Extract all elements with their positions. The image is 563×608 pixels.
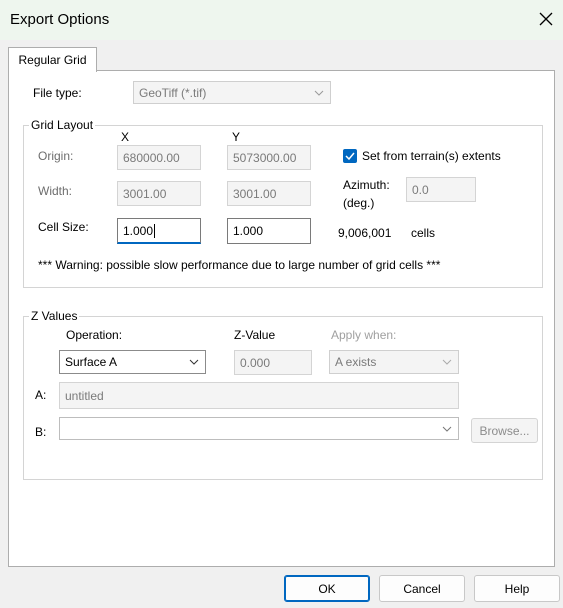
zvalue-label: Z-Value [234, 328, 276, 342]
browse-label: Browse... [479, 423, 530, 438]
checkmark-icon [345, 152, 355, 160]
width-y-value: 3001.00 [233, 186, 277, 201]
help-button[interactable]: Help [474, 575, 560, 602]
tab-label: Regular Grid [18, 53, 87, 67]
azimuth-value: 0.0 [412, 182, 429, 197]
cells-count: 9,006,001 [338, 226, 392, 240]
apply-when-value: A exists [335, 355, 377, 369]
close-icon [539, 12, 553, 26]
cancel-label: Cancel [403, 581, 441, 596]
a-label: A: [35, 388, 47, 402]
width-x-value: 3001.00 [123, 186, 167, 201]
tab-regular-grid[interactable]: Regular Grid [8, 47, 97, 72]
origin-y-field[interactable]: 5073000.00 [227, 145, 311, 170]
close-button[interactable] [533, 6, 559, 32]
window-title: Export Options [10, 11, 110, 28]
b-label: B: [35, 425, 47, 439]
grid-layout-title: Grid Layout [29, 118, 96, 132]
checkbox-box [343, 149, 357, 163]
file-type-value: GeoTiff (*.tif) [139, 85, 207, 100]
origin-label: Origin: [38, 149, 74, 163]
origin-x-field[interactable]: 680000.00 [117, 145, 201, 170]
set-from-terrain-label: Set from terrain(s) extents [362, 149, 501, 163]
column-x-label: X [121, 130, 130, 144]
apply-when-label: Apply when: [331, 328, 397, 342]
cell-size-x-value: 1.000 [123, 223, 154, 238]
azimuth-label-line2: (deg.) [343, 196, 375, 210]
a-value: untitled [65, 388, 104, 403]
browse-button[interactable]: Browse... [471, 418, 538, 443]
cell-size-y-field[interactable]: 1.000 [227, 218, 311, 244]
b-select[interactable] [59, 417, 459, 440]
file-type-label: File type: [33, 86, 82, 100]
zvalue-field[interactable]: 0.000 [234, 350, 312, 375]
ok-button[interactable]: OK [284, 575, 370, 602]
azimuth-label-line1: Azimuth: [343, 178, 390, 192]
set-from-terrain-checkbox[interactable]: Set from terrain(s) extents [343, 149, 501, 163]
origin-x-value: 680000.00 [123, 150, 180, 165]
cell-size-y-value: 1.000 [233, 224, 264, 238]
cancel-button[interactable]: Cancel [379, 575, 465, 602]
a-field[interactable]: untitled [59, 382, 459, 409]
ok-label: OK [318, 581, 336, 596]
cell-size-x-field[interactable]: 1.000 [117, 218, 201, 244]
apply-when-select[interactable]: A exists [329, 350, 459, 374]
chevron-down-icon [442, 426, 452, 432]
operation-label: Operation: [66, 328, 123, 342]
chevron-down-icon [442, 359, 452, 365]
cells-unit: cells [411, 226, 436, 240]
width-x-field[interactable]: 3001.00 [117, 181, 201, 206]
width-label: Width: [38, 184, 73, 198]
operation-select[interactable]: Surface A [59, 350, 206, 374]
width-y-field[interactable]: 3001.00 [227, 181, 311, 206]
cell-size-label: Cell Size: [38, 220, 89, 234]
text-cursor [154, 223, 156, 238]
help-label: Help [504, 581, 530, 596]
chevron-down-icon [189, 359, 199, 365]
column-y-label: Y [232, 130, 241, 144]
chevron-down-icon [314, 90, 324, 96]
azimuth-field[interactable]: 0.0 [406, 177, 476, 202]
operation-value: Surface A [65, 355, 118, 369]
origin-y-value: 5073000.00 [233, 150, 297, 165]
warning-text: *** Warning: possible slow performance d… [38, 258, 441, 272]
zvalue-value: 0.000 [240, 355, 271, 370]
z-values-title: Z Values [29, 309, 80, 323]
file-type-select[interactable]: GeoTiff (*.tif) [133, 81, 331, 104]
